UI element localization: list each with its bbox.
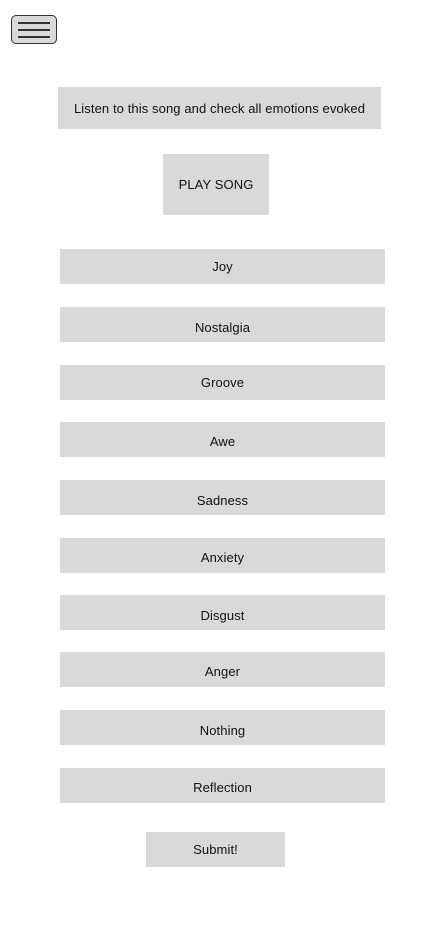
- instruction-text: Listen to this song and check all emotio…: [73, 100, 366, 116]
- emotion-option-nostalgia[interactable]: Nostalgia: [60, 307, 385, 342]
- emotion-option-reflection[interactable]: Reflection: [60, 768, 385, 803]
- emotion-option-groove[interactable]: Groove: [60, 365, 385, 400]
- emotion-label: Nostalgia: [194, 320, 251, 335]
- emotion-option-disgust[interactable]: Disgust: [60, 595, 385, 630]
- emotion-option-anxiety[interactable]: Anxiety: [60, 538, 385, 573]
- play-song-label: PLAY SONG: [178, 177, 254, 192]
- emotion-label: Anxiety: [200, 550, 245, 565]
- emotion-label: Sadness: [196, 493, 249, 508]
- instruction-banner: Listen to this song and check all emotio…: [58, 87, 381, 129]
- play-song-button[interactable]: PLAY SONG: [163, 154, 269, 215]
- submit-button[interactable]: Submit!: [146, 832, 285, 867]
- emotion-option-anger[interactable]: Anger: [60, 652, 385, 687]
- hamburger-menu-icon-line: [18, 36, 50, 38]
- emotion-option-awe[interactable]: Awe: [60, 422, 385, 457]
- hamburger-menu-button[interactable]: [11, 15, 57, 44]
- emotion-label: Disgust: [200, 608, 245, 623]
- emotion-label: Reflection: [193, 780, 252, 795]
- hamburger-menu-icon-line: [18, 29, 50, 31]
- hamburger-menu-icon: [18, 22, 50, 24]
- emotion-label: Nothing: [199, 723, 246, 738]
- emotion-label: Awe: [209, 434, 236, 449]
- emotion-label: Joy: [212, 259, 233, 274]
- submit-label: Submit!: [193, 842, 238, 857]
- emotion-label: Groove: [200, 375, 245, 390]
- emotion-option-joy[interactable]: Joy: [60, 249, 385, 284]
- emotion-option-nothing[interactable]: Nothing: [60, 710, 385, 745]
- emotion-option-sadness[interactable]: Sadness: [60, 480, 385, 515]
- emotion-label: Anger: [204, 664, 241, 679]
